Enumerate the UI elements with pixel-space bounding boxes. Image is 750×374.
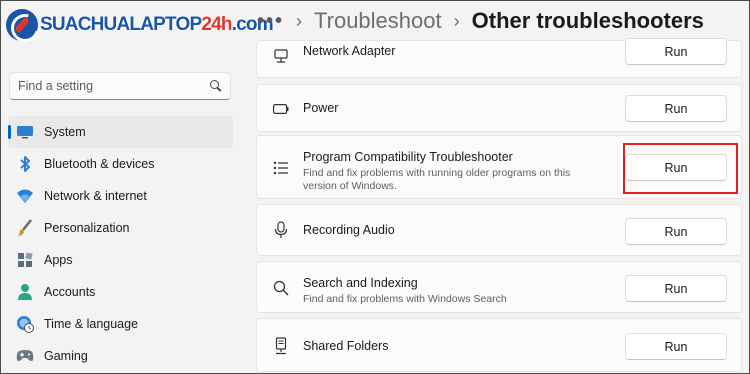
sidebar-item-apps[interactable]: Apps: [8, 244, 233, 276]
sidebar-item-label: Network & internet: [44, 189, 147, 203]
row-title: Shared Folders: [303, 339, 389, 353]
apps-icon: [16, 251, 34, 269]
breadcrumb-troubleshoot[interactable]: Troubleshoot: [314, 8, 442, 34]
search-icon: [210, 80, 222, 92]
network-adapter-icon: [273, 47, 289, 65]
run-button-network-adapter[interactable]: Run: [625, 38, 727, 65]
sidebar-item-gaming[interactable]: Gaming: [8, 340, 233, 372]
battery-icon: [273, 100, 289, 118]
sidebar-item-network[interactable]: Network & internet: [8, 180, 233, 212]
wifi-icon: [16, 187, 34, 205]
sidebar-item-label: Gaming: [44, 349, 88, 363]
sidebar-item-label: Personalization: [44, 221, 130, 235]
site-logo: SUACHUALAPTOP24h.com: [6, 6, 274, 44]
shared-folder-icon: [273, 337, 289, 355]
globe-clock-icon: [16, 315, 34, 333]
chevron-right-icon: ›: [453, 10, 460, 31]
troubleshooter-row-network-adapter: Network Adapter Run: [256, 38, 742, 78]
logo-text: SUACHUALAPTOP24h.com: [40, 14, 274, 35]
sidebar-item-personalization[interactable]: Personalization: [8, 212, 233, 244]
sidebar-item-system[interactable]: System: [8, 116, 233, 148]
run-button-shared-folders[interactable]: Run: [625, 333, 727, 360]
run-button-search-indexing[interactable]: Run: [625, 275, 727, 302]
breadcrumb: ••• › Troubleshoot › Other troubleshoote…: [255, 4, 750, 38]
row-title: Network Adapter: [303, 44, 396, 58]
bluetooth-icon: [16, 155, 34, 173]
row-description: Find and fix problems with running older…: [303, 167, 571, 192]
row-title: Search and Indexing: [303, 276, 418, 290]
highlight-box: [623, 143, 738, 194]
gamepad-icon: [16, 347, 34, 365]
troubleshooter-row-program-compatibility: Program Compatibility Troubleshooter Fin…: [256, 135, 742, 199]
sidebar-item-time-language[interactable]: Time & language: [8, 308, 233, 340]
sidebar-item-accounts[interactable]: Accounts: [8, 276, 233, 308]
sidebar-item-label: Accounts: [44, 285, 96, 299]
sidebar-item-label: Apps: [44, 253, 73, 267]
troubleshooter-row-search-indexing: Search and Indexing Find and fix problem…: [256, 261, 742, 313]
sidebar-nav: System Bluetooth & devices Network & int…: [8, 116, 233, 372]
run-button-power[interactable]: Run: [625, 95, 727, 122]
sidebar-item-label: Time & language: [44, 317, 139, 331]
sidebar-item-label: System: [44, 125, 86, 139]
troubleshooter-row-power: Power Run: [256, 84, 742, 132]
sidebar-item-bluetooth[interactable]: Bluetooth & devices: [8, 148, 233, 180]
brush-icon: [16, 219, 34, 237]
row-description: Find and fix problems with Windows Searc…: [303, 293, 507, 305]
row-title: Power: [303, 101, 339, 115]
row-title: Recording Audio: [303, 223, 395, 237]
troubleshooter-row-shared-folders: Shared Folders Run: [256, 318, 742, 372]
list-icon: [273, 159, 289, 177]
search-input[interactable]: Find a setting: [9, 72, 231, 100]
search-icon: [273, 279, 289, 297]
person-icon: [16, 283, 34, 301]
chevron-right-icon: ›: [296, 10, 303, 31]
breadcrumb-more-button[interactable]: •••: [257, 10, 284, 33]
troubleshooter-row-recording-audio: Recording Audio Run: [256, 204, 742, 256]
page-title: Other troubleshooters: [471, 8, 704, 33]
monitor-icon: [16, 123, 34, 141]
microphone-icon: [273, 221, 289, 239]
sidebar-item-label: Bluetooth & devices: [44, 157, 155, 171]
logo-mark-icon: [6, 9, 38, 41]
run-button-recording-audio[interactable]: Run: [625, 218, 727, 245]
search-placeholder: Find a setting: [18, 79, 94, 93]
row-title: Program Compatibility Troubleshooter: [303, 150, 513, 164]
